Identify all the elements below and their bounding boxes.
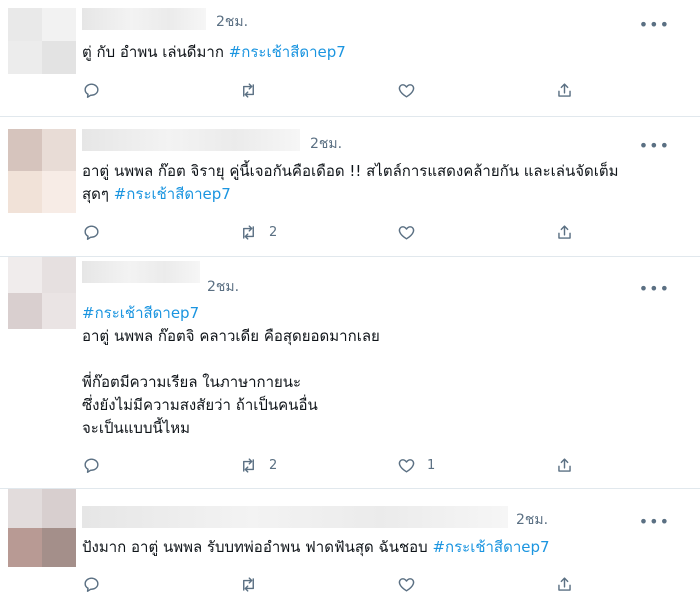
tweet[interactable]: 2ชม. ••• #กระเช้าสีดาep7 อาตู่ นพพล ก๊อต… bbox=[0, 257, 700, 489]
like-button[interactable] bbox=[397, 78, 427, 102]
reply-icon bbox=[84, 82, 99, 98]
tweet[interactable]: 2ชม. ••• ตู่ กับ อำพน เล่นดีมาก #กระเช้า… bbox=[0, 0, 700, 117]
like-button[interactable] bbox=[397, 220, 427, 244]
retweet-icon bbox=[243, 82, 254, 98]
retweet-button[interactable]: 2 bbox=[239, 453, 277, 477]
more-options-icon[interactable]: ••• bbox=[639, 138, 670, 154]
tweet-text: อาตู่ นพพล ก๊อต จิรายุ คู่นี้เจอกันคือเด… bbox=[82, 160, 619, 206]
tweet-actions: 2 bbox=[82, 220, 592, 244]
user-name-redacted[interactable] bbox=[82, 506, 508, 528]
user-name-redacted[interactable] bbox=[82, 129, 300, 151]
retweet-icon bbox=[243, 457, 254, 473]
more-options-icon[interactable]: ••• bbox=[639, 281, 670, 297]
share-button[interactable] bbox=[555, 453, 574, 477]
retweet-icon bbox=[243, 224, 254, 240]
share-icon bbox=[558, 224, 571, 239]
more-options-icon[interactable]: ••• bbox=[639, 514, 670, 530]
retweet-count: 2 bbox=[269, 457, 278, 473]
tweet-timestamp[interactable]: 2ชม. bbox=[207, 276, 239, 298]
user-name-redacted[interactable] bbox=[82, 261, 200, 283]
reply-button[interactable] bbox=[82, 220, 112, 244]
share-button[interactable] bbox=[555, 572, 574, 596]
share-icon bbox=[558, 457, 571, 472]
tweet-text-body: ตู่ กับ อำพน เล่นดีมาก bbox=[82, 43, 229, 61]
like-icon bbox=[398, 83, 415, 98]
reply-button[interactable] bbox=[82, 453, 112, 477]
tweet-timestamp[interactable]: 2ชม. bbox=[516, 509, 548, 531]
reply-button[interactable] bbox=[82, 78, 112, 102]
retweet-button[interactable] bbox=[239, 78, 269, 102]
tweet-text-body: อาตู่ นพพล ก๊อตจิ คลาวเดีย คือสุดยอดมากเ… bbox=[82, 327, 380, 437]
share-icon bbox=[558, 576, 571, 591]
tweet-text: #กระเช้าสีดาep7 อาตู่ นพพล ก๊อตจิ คลาวเด… bbox=[82, 302, 380, 440]
avatar[interactable] bbox=[8, 257, 76, 329]
share-icon bbox=[558, 82, 571, 97]
like-count: 1 bbox=[427, 457, 436, 473]
tweet[interactable]: 2ชม. ••• อาตู่ นพพล ก๊อต จิรายุ คู่นี้เจ… bbox=[0, 117, 700, 257]
retweet-count: 2 bbox=[269, 224, 278, 240]
reply-icon bbox=[84, 224, 99, 240]
tweet-text: ตู่ กับ อำพน เล่นดีมาก #กระเช้าสีดาep7 bbox=[82, 41, 346, 64]
avatar[interactable] bbox=[8, 489, 76, 567]
share-button[interactable] bbox=[555, 78, 574, 102]
tweet[interactable]: 2ชม. ••• ปังมาก อาตู่ นพพล รับบทพ่ออำพน … bbox=[0, 489, 700, 599]
retweet-icon bbox=[243, 576, 254, 592]
like-icon bbox=[398, 225, 415, 240]
reply-button[interactable] bbox=[82, 572, 112, 596]
tweet-actions: 2 1 bbox=[82, 453, 592, 477]
tweet-feed: 2ชม. ••• ตู่ กับ อำพน เล่นดีมาก #กระเช้า… bbox=[0, 0, 700, 599]
tweet-timestamp[interactable]: 2ชม. bbox=[216, 11, 248, 33]
tweet-actions bbox=[82, 78, 592, 102]
hashtag-link[interactable]: #กระเช้าสีดาep7 bbox=[432, 538, 549, 556]
more-options-icon[interactable]: ••• bbox=[639, 17, 670, 33]
like-button[interactable] bbox=[397, 572, 427, 596]
hashtag-link[interactable]: #กระเช้าสีดาep7 bbox=[82, 304, 199, 322]
tweet-actions bbox=[82, 572, 592, 596]
retweet-button[interactable] bbox=[239, 572, 269, 596]
like-button[interactable]: 1 bbox=[397, 453, 435, 477]
tweet-text-body: ปังมาก อาตู่ นพพล รับบทพ่ออำพน ฟาดฟันสุด… bbox=[82, 538, 433, 556]
tweet-text: ปังมาก อาตู่ นพพล รับบทพ่ออำพน ฟาดฟันสุด… bbox=[82, 536, 550, 559]
hashtag-link[interactable]: #กระเช้าสีดาep7 bbox=[229, 43, 346, 61]
share-button[interactable] bbox=[555, 220, 574, 244]
like-icon bbox=[398, 577, 415, 592]
reply-icon bbox=[84, 576, 99, 592]
tweet-timestamp[interactable]: 2ชม. bbox=[310, 133, 342, 155]
hashtag-link[interactable]: #กระเช้าสีดาep7 bbox=[114, 185, 231, 203]
user-name-redacted[interactable] bbox=[82, 8, 206, 30]
reply-icon bbox=[84, 457, 99, 473]
avatar[interactable] bbox=[8, 8, 76, 74]
like-icon bbox=[398, 458, 415, 473]
avatar[interactable] bbox=[8, 129, 76, 213]
retweet-button[interactable]: 2 bbox=[239, 220, 277, 244]
